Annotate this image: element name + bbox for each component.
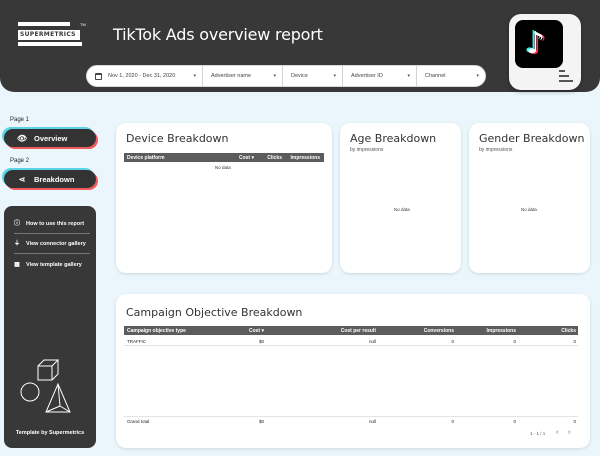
device-table-header: Device platform Cost ▾ Clicks Impression… — [124, 153, 324, 162]
bar-chart-icon — [559, 70, 573, 82]
pagination-text: 1 - 1 / 1 — [530, 431, 546, 436]
divider — [14, 233, 90, 234]
nav-overview-button[interactable]: 👁 Overview — [4, 129, 96, 147]
total-label: Grand total — [127, 418, 150, 424]
column-header[interactable]: Cost per result — [264, 328, 376, 334]
template-gallery-label: View template gallery — [26, 262, 82, 268]
gender-breakdown-card: Gender Breakdown by impressions No data — [469, 123, 590, 273]
column-header[interactable]: Cost ▾ — [214, 155, 254, 161]
cell-impressions: 0 — [513, 338, 516, 344]
share-icon: ⋖ — [18, 174, 26, 184]
logo-trademark: TM — [80, 22, 86, 27]
how-to-use-label: How to use this report — [26, 221, 85, 227]
column-header[interactable]: Conversions — [376, 328, 454, 334]
calendar-icon — [95, 72, 102, 80]
column-header[interactable]: Cost ▾ — [224, 328, 264, 334]
side-panel: ⓘ How to use this report ⏚ View connecto… — [4, 206, 96, 448]
connector-gallery-link[interactable]: ⏚ View connector gallery — [14, 241, 86, 247]
total-cost: $0 — [258, 418, 264, 424]
no-data-message: No data — [215, 165, 231, 170]
supermetrics-logo[interactable]: SUPERMETRICS TM — [18, 22, 86, 48]
cell-objective: TRAFFIC — [127, 338, 146, 344]
campaign-breakdown-title: Campaign Objective Breakdown — [126, 306, 303, 319]
advertiser-name-filter[interactable]: Advertiser name ▾ — [203, 65, 283, 87]
chevron-down-icon: ▾ — [273, 73, 276, 79]
device-breakdown-title: Device Breakdown — [126, 132, 229, 145]
channel-filter[interactable]: Channel ▾ — [417, 65, 485, 87]
logo-text: SUPERMETRICS — [18, 30, 80, 40]
page1-label: Page 1 — [10, 117, 30, 123]
eye-icon: 👁 — [16, 133, 28, 143]
no-data-message: No data — [521, 207, 537, 212]
total-conversions: 0 — [451, 418, 454, 424]
nav-breakdown-button[interactable]: ⋖ Breakdown — [4, 170, 96, 188]
tiktok-note-icon: ♪ ♪ ♪ — [524, 26, 552, 61]
page-title: TikTok Ads overview report — [113, 25, 323, 44]
chevron-down-icon: ▾ — [193, 73, 196, 79]
template-gallery-link[interactable]: ▦ View template gallery — [14, 262, 82, 268]
device-filter[interactable]: Device ▾ — [283, 65, 343, 87]
geometric-shapes-illustration — [20, 359, 71, 413]
template-credit: Template by Supermetrics — [15, 430, 85, 436]
age-breakdown-subtitle: by impressions — [350, 147, 384, 153]
page2-label: Page 2 — [10, 158, 30, 164]
chevron-down-icon: ▾ — [476, 73, 479, 79]
column-header[interactable]: Campaign objective type — [124, 328, 224, 334]
column-header[interactable]: Impressions — [282, 155, 322, 161]
advertiser-name-label: Advertiser name — [211, 73, 252, 79]
total-cost-per-result: null — [368, 418, 376, 424]
column-header[interactable]: Impressions — [454, 328, 516, 334]
chevron-down-icon: ▾ — [333, 73, 336, 79]
prev-page-button[interactable]: ‹ — [556, 429, 558, 436]
total-clicks: 0 — [573, 418, 576, 424]
age-breakdown-title: Age Breakdown — [350, 132, 437, 145]
how-to-use-link[interactable]: ⓘ How to use this report — [14, 221, 84, 227]
device-filter-label: Device — [291, 73, 308, 79]
plug-icon: ⏚ — [14, 241, 21, 247]
column-header[interactable]: Device platform — [124, 155, 214, 161]
advertiser-id-filter[interactable]: Advertiser ID ▾ — [343, 65, 417, 87]
table-total-row: Grand total $0 null 0 0 0 — [124, 416, 578, 425]
channel-filter-label: Channel — [425, 73, 446, 79]
column-header[interactable]: Clicks — [254, 155, 282, 161]
tiktok-glyph-white: ♪ — [526, 26, 546, 61]
age-breakdown-card: Age Breakdown by impressions No data — [340, 123, 461, 273]
cell-clicks: 0 — [573, 338, 576, 344]
date-range-filter[interactable]: Nov 1, 2020 - Dec 31, 2020 ▾ — [87, 65, 203, 87]
table-row[interactable]: TRAFFIC $0 null 0 0 0 — [124, 337, 578, 346]
total-impressions: 0 — [513, 418, 516, 424]
next-page-button[interactable]: › — [568, 429, 570, 436]
filter-bar: Nov 1, 2020 - Dec 31, 2020 ▾ Advertiser … — [86, 65, 486, 87]
connector-gallery-label: View connector gallery — [26, 241, 86, 247]
chevron-down-icon: ▾ — [407, 73, 410, 79]
logo-bar-top — [18, 22, 70, 26]
tiktok-logo: ♪ ♪ ♪ — [515, 20, 563, 68]
no-data-message: No data — [394, 207, 410, 212]
tiktok-badge: ♪ ♪ ♪ — [509, 14, 581, 90]
logo-bar-bottom — [18, 42, 82, 46]
nav-overview-label: Overview — [34, 133, 68, 143]
cell-cost: $0 — [258, 338, 264, 344]
date-range-label: Nov 1, 2020 - Dec 31, 2020 — [108, 73, 176, 79]
nav-breakdown-label: Breakdown — [34, 174, 75, 184]
campaign-breakdown-card: Campaign Objective Breakdown Campaign ob… — [116, 294, 590, 448]
advertiser-id-label: Advertiser ID — [351, 73, 383, 79]
device-breakdown-card: Device Breakdown Device platform Cost ▾ … — [116, 123, 332, 273]
campaign-table-header: Campaign objective type Cost ▾ Cost per … — [124, 326, 578, 335]
info-icon: ⓘ — [14, 221, 21, 227]
gender-breakdown-subtitle: by impressions — [479, 147, 513, 153]
cell-conversions: 0 — [451, 338, 454, 344]
column-header[interactable]: Clicks — [516, 328, 578, 334]
gender-breakdown-title: Gender Breakdown — [479, 132, 585, 145]
divider — [14, 253, 90, 254]
cell-cost-per-result: null — [368, 338, 376, 344]
grid-icon: ▦ — [14, 262, 20, 268]
